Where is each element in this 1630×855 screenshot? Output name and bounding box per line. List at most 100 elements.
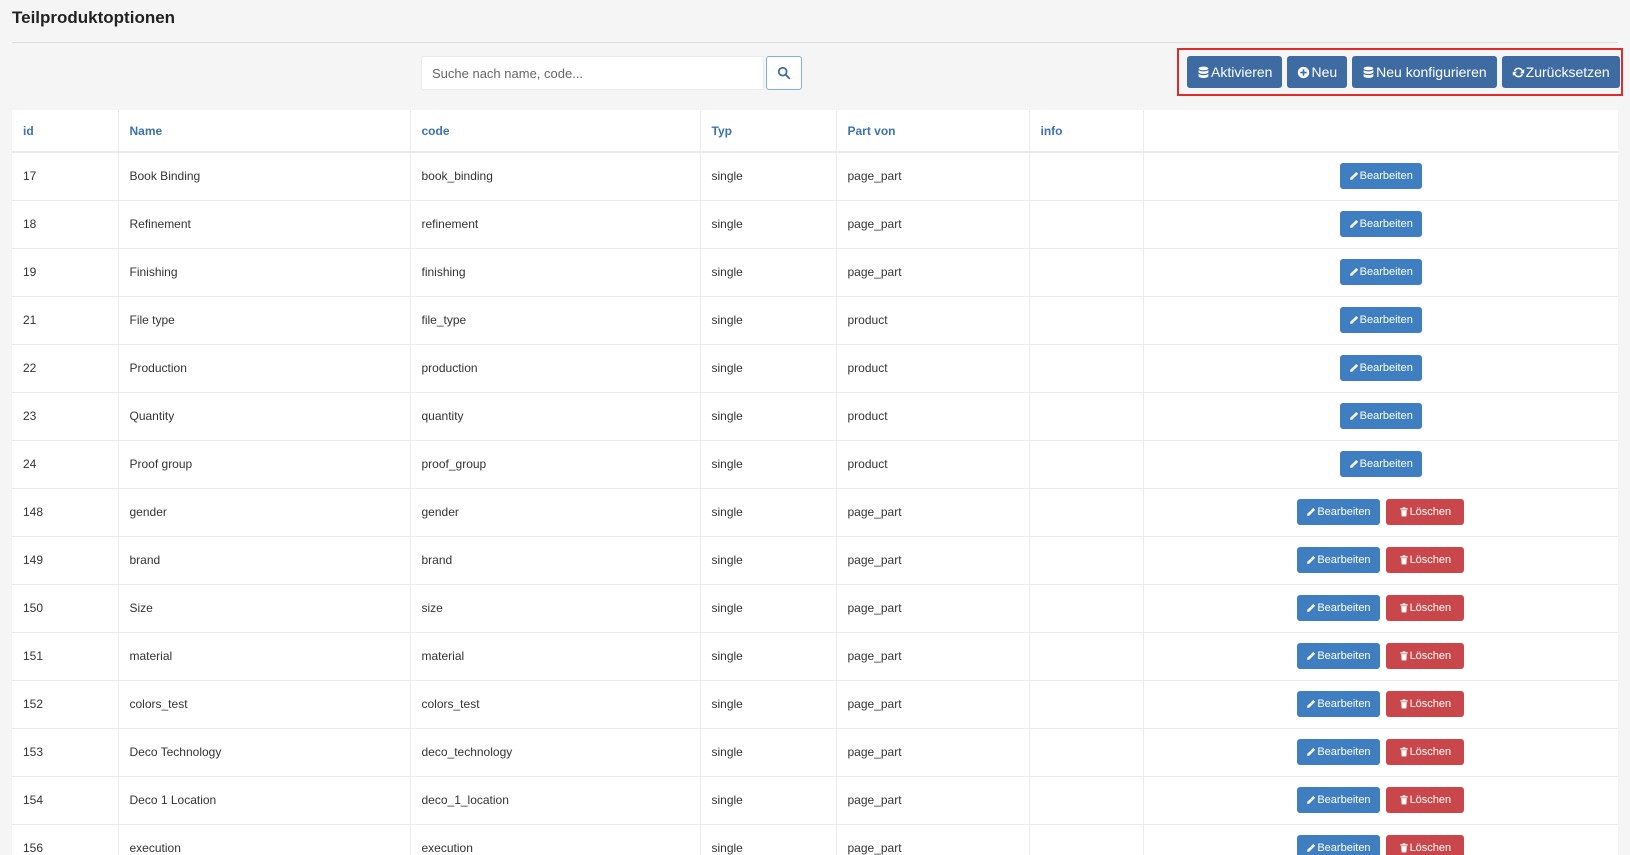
edit-button[interactable]: Bearbeiten bbox=[1339, 259, 1422, 285]
edit-button[interactable]: Bearbeiten bbox=[1297, 787, 1380, 813]
edit-label: Bearbeiten bbox=[1317, 602, 1371, 614]
cell-part-of: product bbox=[836, 392, 1030, 441]
cell-actions: Bearbeiten bbox=[1143, 392, 1618, 441]
search-input[interactable] bbox=[421, 56, 764, 90]
edit-label: Bearbeiten bbox=[1317, 794, 1371, 806]
cell-info bbox=[1029, 488, 1144, 537]
pencil-icon bbox=[1307, 795, 1316, 804]
cell-info bbox=[1029, 152, 1144, 201]
cell-id: 156 bbox=[12, 824, 119, 855]
pencil-icon bbox=[1307, 699, 1316, 708]
edit-button[interactable]: Bearbeiten bbox=[1297, 547, 1380, 573]
cell-name: Production bbox=[118, 344, 411, 393]
cell-actions: Bearbeiten bbox=[1143, 248, 1618, 297]
cell-actions: Bearbeiten Löschen bbox=[1143, 584, 1618, 633]
table-row: 24 Proof group proof_group single product Bea… bbox=[12, 440, 1618, 489]
cell-name: Refinement bbox=[118, 200, 411, 249]
header-id[interactable]: id bbox=[12, 110, 119, 153]
delete-label: Löschen bbox=[1409, 698, 1452, 710]
header-code[interactable]: code bbox=[410, 110, 701, 153]
header-type[interactable]: Typ bbox=[700, 110, 837, 153]
cell-name: gender bbox=[118, 488, 411, 537]
edit-button[interactable]: Bearbeiten bbox=[1339, 211, 1422, 237]
cell-part-of: page_part bbox=[836, 584, 1030, 633]
reset-button[interactable]: Zurücksetzen bbox=[1501, 56, 1620, 88]
header-name[interactable]: Name bbox=[118, 110, 411, 153]
search-bar bbox=[421, 56, 802, 90]
cell-info bbox=[1029, 248, 1144, 297]
cell-part-of: product bbox=[836, 440, 1030, 489]
cell-actions: Bearbeiten bbox=[1143, 296, 1618, 345]
cell-type: single bbox=[700, 152, 837, 201]
cell-code: colors_test bbox=[410, 680, 701, 729]
cell-code: brand bbox=[410, 536, 701, 585]
cell-code: material bbox=[410, 632, 701, 681]
delete-button[interactable]: Löschen bbox=[1385, 787, 1465, 813]
table-row: 19 Finishing finishing single page_part Bearb… bbox=[12, 248, 1618, 297]
edit-button[interactable]: Bearbeiten bbox=[1339, 451, 1422, 477]
delete-button[interactable]: Löschen bbox=[1385, 835, 1465, 855]
cell-actions: Bearbeiten Löschen bbox=[1143, 632, 1618, 681]
cell-id: 19 bbox=[12, 248, 119, 297]
cell-part-of: page_part bbox=[836, 152, 1030, 201]
cell-part-of: page_part bbox=[836, 488, 1030, 537]
refresh-icon bbox=[1512, 67, 1524, 77]
cell-type: single bbox=[700, 296, 837, 345]
edit-button[interactable]: Bearbeiten bbox=[1297, 835, 1380, 855]
trash-icon bbox=[1399, 699, 1408, 709]
action-toolbar: Aktivieren Neu Neu konfigurieren Zurücks… bbox=[1177, 48, 1623, 96]
edit-button[interactable]: Bearbeiten bbox=[1297, 691, 1380, 717]
table-header-row: id Name code Typ Part von info bbox=[12, 110, 1618, 153]
table-row: 17 Book Binding book_binding single page_par… bbox=[12, 152, 1618, 201]
pencil-icon bbox=[1307, 651, 1316, 660]
edit-label: Bearbeiten bbox=[1359, 218, 1413, 230]
cell-part-of: page_part bbox=[836, 680, 1030, 729]
delete-button[interactable]: Löschen bbox=[1385, 595, 1465, 621]
cell-actions: Bearbeiten bbox=[1143, 200, 1618, 249]
cell-actions: Bearbeiten Löschen bbox=[1143, 728, 1618, 777]
cell-actions: Bearbeiten bbox=[1143, 344, 1618, 393]
pencil-icon bbox=[1349, 267, 1358, 276]
delete-label: Löschen bbox=[1409, 602, 1452, 614]
cell-part-of: product bbox=[836, 296, 1030, 345]
table-body: 17 Book Binding book_binding single page_par… bbox=[12, 152, 1618, 855]
header-part-of[interactable]: Part von bbox=[836, 110, 1030, 153]
pencil-icon bbox=[1307, 747, 1316, 756]
edit-label: Bearbeiten bbox=[1359, 458, 1413, 470]
edit-button[interactable]: Bearbeiten bbox=[1339, 355, 1422, 381]
reconfigure-button[interactable]: Neu konfigurieren bbox=[1352, 56, 1497, 88]
edit-label: Bearbeiten bbox=[1359, 266, 1413, 278]
delete-button[interactable]: Löschen bbox=[1385, 499, 1465, 525]
delete-button[interactable]: Löschen bbox=[1385, 739, 1465, 765]
cell-type: single bbox=[700, 728, 837, 777]
edit-button[interactable]: Bearbeiten bbox=[1297, 499, 1380, 525]
edit-label: Bearbeiten bbox=[1317, 698, 1371, 710]
delete-button[interactable]: Löschen bbox=[1385, 643, 1465, 669]
table-row: 22 Production production single product Bearb… bbox=[12, 344, 1618, 393]
plus-circle-icon bbox=[1298, 66, 1310, 78]
header-info[interactable]: info bbox=[1029, 110, 1144, 153]
delete-label: Löschen bbox=[1409, 650, 1452, 662]
cell-type: single bbox=[700, 248, 837, 297]
edit-button[interactable]: Bearbeiten bbox=[1297, 643, 1380, 669]
edit-button[interactable]: Bearbeiten bbox=[1297, 595, 1380, 621]
delete-button[interactable]: Löschen bbox=[1385, 691, 1465, 717]
delete-button[interactable]: Löschen bbox=[1385, 547, 1465, 573]
edit-button[interactable]: Bearbeiten bbox=[1297, 739, 1380, 765]
edit-label: Bearbeiten bbox=[1359, 410, 1413, 422]
search-button[interactable] bbox=[766, 56, 802, 90]
edit-button[interactable]: Bearbeiten bbox=[1339, 163, 1422, 190]
edit-button[interactable]: Bearbeiten bbox=[1339, 307, 1422, 333]
edit-button[interactable]: Bearbeiten bbox=[1339, 403, 1422, 429]
title-divider bbox=[12, 42, 1618, 43]
cell-part-of: product bbox=[836, 344, 1030, 393]
cell-part-of: page_part bbox=[836, 632, 1030, 681]
cell-type: single bbox=[700, 440, 837, 489]
pencil-icon bbox=[1307, 603, 1316, 612]
cell-actions: Bearbeiten Löschen bbox=[1143, 824, 1618, 855]
activate-button[interactable]: Aktivieren bbox=[1187, 56, 1283, 88]
cell-info bbox=[1029, 392, 1144, 441]
edit-label: Bearbeiten bbox=[1317, 506, 1371, 518]
table-row: 154 Deco 1 Location deco_1_location single p… bbox=[12, 776, 1618, 825]
new-button[interactable]: Neu bbox=[1287, 56, 1348, 88]
